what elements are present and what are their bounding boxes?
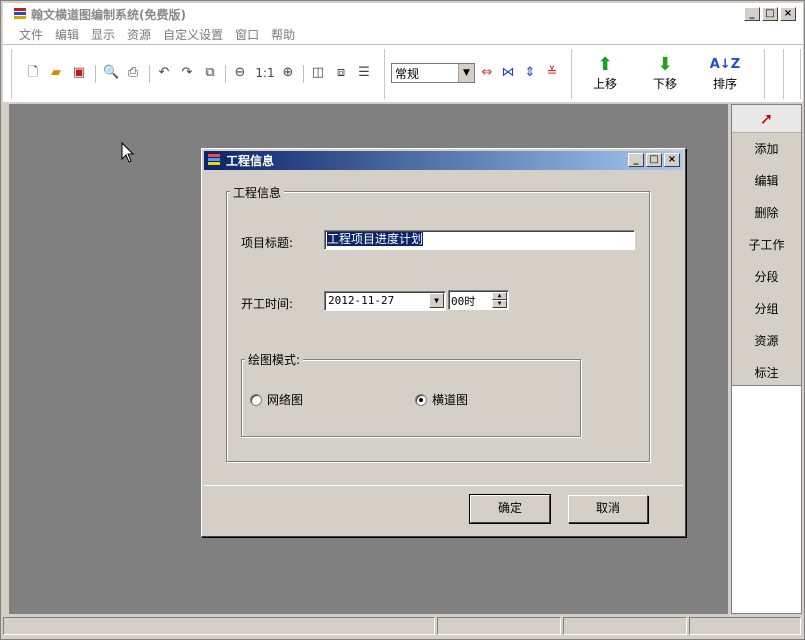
spin-up-icon[interactable]: ▲ [492, 292, 507, 300]
undo-icon[interactable]: ↶ [156, 65, 172, 81]
side-delete[interactable]: 删除 [732, 197, 801, 229]
arrow-down-icon: ⬇ [657, 54, 673, 75]
menu-view[interactable]: 显示 [85, 26, 121, 43]
style-combo[interactable]: 常规 ▼ [391, 63, 475, 83]
app-icon [13, 7, 27, 21]
style-combo-value: 常规 [395, 66, 420, 81]
status-pane [563, 617, 687, 635]
expand-vertical-icon[interactable]: ⇕ [522, 65, 538, 81]
project-info-group-label: 工程信息 [230, 184, 285, 201]
mode-network-radio[interactable] [250, 394, 262, 406]
status-pane [437, 617, 561, 635]
start-hour-value: 00时 [451, 295, 476, 308]
toolbar-separator [95, 65, 96, 83]
dialog-maximize-button[interactable]: □ [646, 153, 662, 167]
toolbar-separator [225, 65, 226, 83]
main-window: 翰文横道图编制系统(免费版) _ □ × 文件 编辑 显示 资源 自定义设置 窗… [0, 0, 805, 640]
menu-edit[interactable]: 编辑 [49, 26, 85, 43]
start-date-value: 2012-11-27 [328, 294, 395, 307]
dialog-app-icon [208, 154, 222, 167]
minimize-button[interactable]: _ [744, 7, 760, 21]
start-date-picker[interactable]: 2012-11-27 ▼ [324, 291, 446, 311]
status-pane [689, 617, 801, 635]
mouse-cursor-icon [121, 142, 135, 163]
menu-custom-settings[interactable]: 自定义设置 [157, 26, 229, 43]
cascade-icon[interactable]: ⧈ [333, 65, 349, 81]
shrink-horizontal-icon[interactable]: ⋈ [500, 65, 516, 81]
side-segment[interactable]: 分段 [732, 261, 801, 293]
shrink-vertical-icon[interactable]: ≚ [544, 65, 560, 81]
spin-down-icon[interactable]: ▼ [492, 300, 507, 308]
ok-button[interactable]: 确定 [469, 494, 551, 524]
side-group[interactable]: 分组 [732, 293, 801, 325]
chevron-down-icon[interactable]: ▼ [458, 64, 474, 82]
print-preview-icon[interactable]: 🔍 [103, 65, 119, 81]
print-icon[interactable]: ⎙ [125, 65, 141, 81]
toolbar: 🗋 ▰ ▣ 🔍 ⎙ ↶ ↷ ⧉ ⊖ 1:1 ⊕ ◫ ⧈ ☰ 常规 ▼ ⇔ ⋈ ⇕… [3, 44, 803, 102]
zoom-actual-size[interactable]: 1:1 [254, 65, 276, 81]
maximize-button[interactable]: □ [762, 7, 778, 21]
window-controls: _ □ × [744, 7, 796, 21]
side-panel: ➚ 添加 编辑 删除 子工作 分段 分组 资源 标注 [731, 104, 802, 614]
zoom-in-icon[interactable]: ⊕ [280, 65, 296, 81]
new-file-icon[interactable]: 🗋 [25, 65, 41, 81]
dialog-title: 工程信息 [226, 154, 275, 168]
status-pane [3, 617, 435, 635]
redo-icon[interactable]: ↷ [179, 65, 195, 81]
sort-label: 排序 [712, 77, 737, 91]
expand-horizontal-icon[interactable]: ⇔ [479, 65, 495, 81]
dialog-title-bar: 工程信息 _ □ × [204, 151, 683, 170]
arrow-up-icon: ⬆ [597, 54, 613, 75]
menu-bar: 文件 编辑 显示 资源 自定义设置 窗口 帮助 [3, 25, 803, 44]
dialog-minimize-button[interactable]: _ [628, 153, 644, 167]
close-button[interactable]: × [780, 7, 796, 21]
move-down-button[interactable]: ⬇ 下移 [645, 55, 685, 95]
status-bar [3, 617, 803, 637]
mode-gantt-label[interactable]: 横道图 [432, 391, 468, 408]
start-time-label: 开工时间: [241, 297, 294, 311]
menu-resources[interactable]: 资源 [121, 26, 157, 43]
title-bar: 翰文横道图编制系统(免费版) _ □ × [3, 3, 803, 25]
menu-file[interactable]: 文件 [13, 26, 49, 43]
project-title-label: 项目标题: [241, 236, 294, 250]
side-add[interactable]: 添加 [732, 133, 801, 165]
mode-gantt-radio[interactable] [415, 394, 427, 406]
dialog-divider [204, 485, 683, 486]
hour-spin-buttons[interactable]: ▲ ▼ [492, 292, 507, 308]
menu-help[interactable]: 帮助 [265, 26, 301, 43]
move-up-label: 上移 [592, 77, 617, 91]
drawing-mode-label: 绘图模式: [245, 351, 304, 368]
dialog-window-controls: _ □ × [628, 153, 680, 167]
rows-icon[interactable]: ☰ [356, 65, 372, 81]
chevron-down-icon[interactable]: ▼ [429, 293, 444, 308]
move-down-label: 下移 [652, 77, 677, 91]
side-panel-list[interactable] [732, 385, 801, 613]
sort-az-icon: A↓Z [709, 57, 741, 72]
columns-icon[interactable]: ◫ [310, 65, 326, 81]
toolbar-group-standard [11, 49, 385, 99]
save-icon[interactable]: ▣ [71, 65, 87, 81]
toolbar-group-extra [783, 49, 801, 99]
toolbar-separator [149, 65, 150, 83]
project-info-dialog: 工程信息 _ □ × 工程信息 项目标题: 工程项目进度计划 开工时间: 201… [201, 148, 686, 537]
project-title-input[interactable]: 工程项目进度计划 [324, 230, 635, 250]
copy-icon[interactable]: ⧉ [202, 65, 218, 81]
toolbar-separator [303, 65, 304, 83]
side-subtask[interactable]: 子工作 [732, 229, 801, 261]
app-title: 翰文横道图编制系统(免费版) [31, 7, 186, 22]
zoom-out-icon[interactable]: ⊖ [232, 65, 248, 81]
side-edit[interactable]: 编辑 [732, 165, 801, 197]
sort-button[interactable]: A↓Z 排序 [705, 55, 745, 95]
menu-window[interactable]: 窗口 [229, 26, 265, 43]
project-title-value: 工程项目进度计划 [327, 232, 424, 246]
mode-network-label[interactable]: 网络图 [267, 391, 303, 408]
move-up-button[interactable]: ⬆ 上移 [585, 55, 625, 95]
side-resources[interactable]: 资源 [732, 325, 801, 357]
dialog-close-button[interactable]: × [664, 153, 680, 167]
pointer-tool-icon[interactable]: ➚ [732, 105, 801, 133]
open-folder-icon[interactable]: ▰ [48, 65, 64, 81]
cancel-button[interactable]: 取消 [568, 495, 648, 523]
start-hour-spinner[interactable]: 00时 ▲ ▼ [448, 290, 509, 310]
